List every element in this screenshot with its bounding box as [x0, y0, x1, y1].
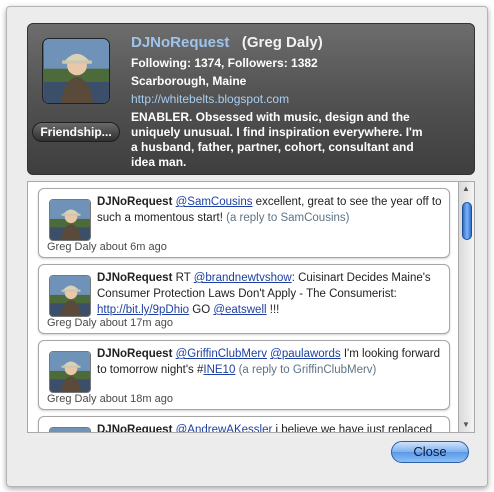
profile-info: DJNoRequest (Greg Daly) Following: 1374,…: [131, 34, 471, 170]
mention-link[interactable]: @GriffinClubMerv: [176, 348, 267, 360]
tweet-item: DJNoRequest @AndrewAKessler i believe we…: [38, 416, 450, 433]
tweet-list[interactable]: DJNoRequest @SamCousins excellent, great…: [27, 181, 459, 433]
tweet-avatar[interactable]: [49, 275, 91, 317]
profile-avatar: [42, 38, 110, 104]
tweet-username[interactable]: DJNoRequest: [97, 348, 172, 360]
profile-stats: Following: 1374, Followers: 1382: [131, 56, 318, 70]
tweet-username[interactable]: DJNoRequest: [97, 196, 172, 208]
tweet-text: DJNoRequest RT @brandnewtvshow: Cuisinar…: [97, 270, 445, 318]
mention-link[interactable]: @SamCousins: [176, 196, 253, 208]
url-link[interactable]: http://bit.ly/9pDhio: [97, 304, 189, 316]
reply-link[interactable]: (a reply to SamCousins): [226, 212, 349, 224]
tweet-meta: Greg Daly about 17m ago: [47, 317, 173, 329]
vertical-scrollbar[interactable]: ▲ ▼: [459, 181, 475, 433]
profile-screen-name[interactable]: DJNoRequest: [131, 34, 229, 51]
mention-link[interactable]: @AndrewAKessler: [176, 424, 273, 432]
close-button[interactable]: Close: [391, 441, 469, 463]
tweet-body: i believe we have just replaced: [272, 424, 433, 433]
profile-url-link[interactable]: http://whitebelts.blogspot.com: [131, 90, 471, 108]
tweet-text: DJNoRequest @SamCousins excellent, great…: [97, 194, 445, 226]
triangle-down-icon[interactable]: ▼: [462, 420, 470, 430]
tweet-meta: Greg Daly about 18m ago: [47, 393, 173, 405]
tweet-item: DJNoRequest @SamCousins excellent, great…: [38, 188, 450, 258]
friendship-button[interactable]: Friendship...: [32, 122, 120, 142]
hashtag-link[interactable]: INE10: [203, 364, 235, 376]
scroll-thumb[interactable]: [462, 202, 472, 240]
profile-header: Friendship... DJNoRequest (Greg Daly) Fo…: [27, 23, 475, 175]
tweet-username[interactable]: DJNoRequest: [97, 272, 172, 284]
tweet-end: !!!: [266, 304, 280, 316]
tweet-go: GO: [189, 304, 214, 316]
tweet-text: DJNoRequest @AndrewAKessler i believe we…: [97, 422, 445, 433]
tweet-username[interactable]: DJNoRequest: [97, 424, 172, 432]
profile-real-name: (Greg Daly): [241, 34, 323, 51]
mention-link[interactable]: @paulawords: [270, 348, 341, 360]
profile-window: Friendship... DJNoRequest (Greg Daly) Fo…: [6, 6, 488, 487]
triangle-up-icon[interactable]: ▲: [462, 184, 470, 194]
tweet-meta: Greg Daly about 6m ago: [47, 241, 167, 253]
profile-name: DJNoRequest (Greg Daly): [131, 34, 471, 51]
tweet-item: DJNoRequest RT @brandnewtvshow: Cuisinar…: [38, 264, 450, 334]
tweet-rt: RT: [172, 272, 194, 284]
reply-link[interactable]: (a reply to GriffinClubMerv): [239, 364, 377, 376]
tweet-text: DJNoRequest @GriffinClubMerv @paulawords…: [97, 346, 445, 378]
tweet-avatar[interactable]: [49, 199, 91, 241]
profile-location: Scarborough, Maine: [131, 74, 247, 88]
profile-bio: ENABLER. Obsessed with music, design and…: [131, 110, 423, 169]
tweet-avatar[interactable]: [49, 351, 91, 393]
mention-link[interactable]: @brandnewtvshow: [194, 272, 292, 284]
mention-link[interactable]: @eatswell: [213, 304, 266, 316]
tweet-item: DJNoRequest @GriffinClubMerv @paulawords…: [38, 340, 450, 410]
tweet-avatar[interactable]: [49, 427, 91, 432]
